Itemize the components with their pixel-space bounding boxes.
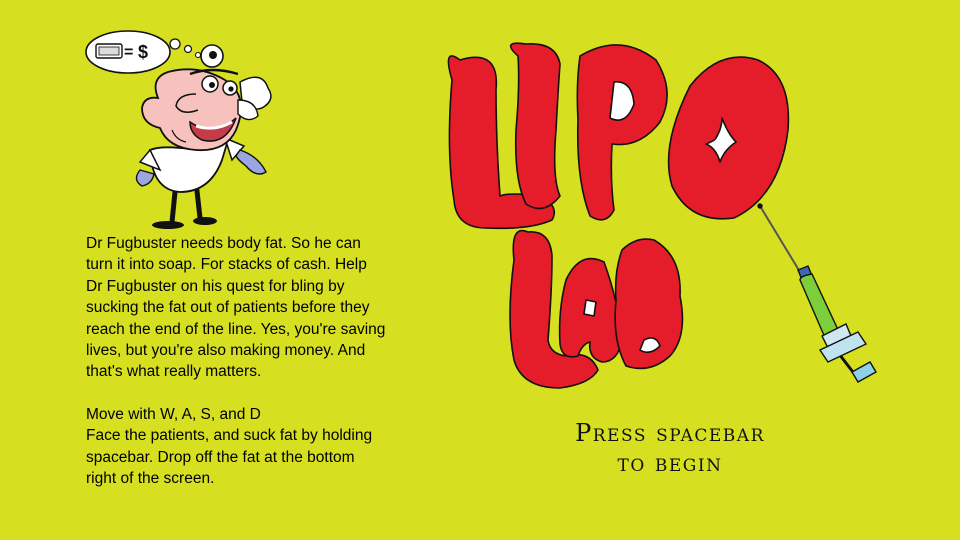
start-prompt-line2: to begin bbox=[617, 449, 723, 477]
controls-action: Face the patients, and suck fat by holdi… bbox=[86, 427, 373, 488]
controls-move: Move with W, A, S, and D bbox=[86, 405, 261, 423]
start-prompt[interactable]: Press spacebar to begin bbox=[520, 418, 820, 478]
start-prompt-line1: Press spacebar bbox=[575, 419, 765, 447]
story-text: Dr Fugbuster needs body fat. So he can t… bbox=[86, 233, 386, 489]
story-intro: Dr Fugbuster needs body fat. So he can t… bbox=[86, 235, 386, 381]
controls-instructions: Move with W, A, S, and D Face the patien… bbox=[86, 404, 386, 490]
